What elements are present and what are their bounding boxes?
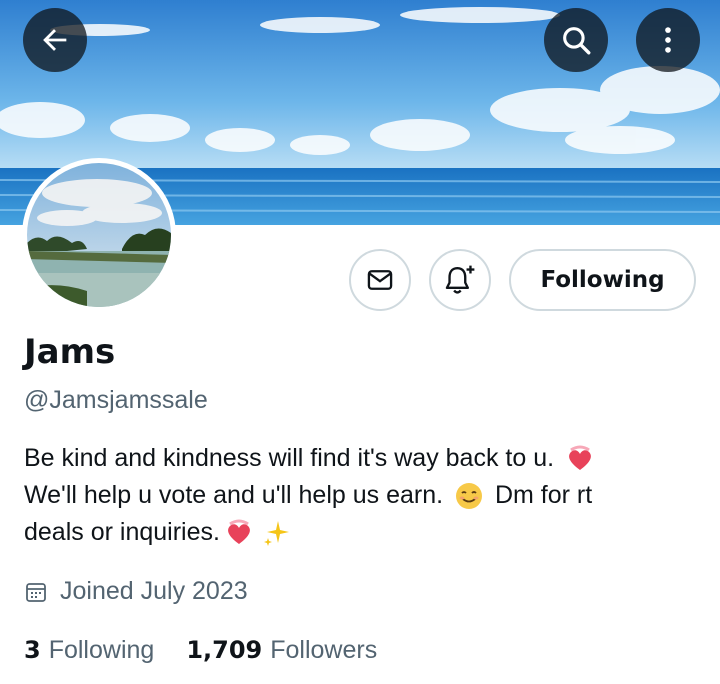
sparkles-emoji-icon: [263, 521, 289, 547]
bio-text-2b: Dm for rt: [494, 481, 593, 509]
joined-date: Joined July 2023: [24, 577, 248, 606]
calendar-icon: [26, 582, 46, 602]
bio-line-1: Be kind and kindness will find it's way …: [24, 440, 684, 477]
user-handle: @Jamsjamssale: [24, 386, 208, 414]
bio-line-2: We'll help u vote and u'll help us earn.…: [24, 477, 684, 514]
envelope-icon: [367, 270, 393, 290]
heart-ribbon-emoji-icon: [569, 445, 591, 471]
followers-label: Followers: [270, 636, 378, 664]
search-icon: [563, 27, 591, 55]
bio-line-3: deals or inquiries.: [24, 514, 684, 551]
avatar[interactable]: [22, 158, 176, 312]
bio-text-3: deals or inquiries.: [24, 518, 220, 546]
more-options-button[interactable]: [636, 8, 700, 72]
bell-plus-icon: [445, 265, 475, 294]
followers-count-link[interactable]: 1,709 Followers: [186, 636, 377, 665]
more-vertical-icon: [665, 27, 671, 53]
joined-text: Joined July 2023: [60, 577, 248, 605]
search-button[interactable]: [544, 8, 608, 72]
following-button[interactable]: Following: [509, 249, 696, 311]
bio-text-2a: We'll help u vote and u'll help us earn.: [24, 481, 444, 509]
bio-text-1: Be kind and kindness will find it's way …: [24, 444, 555, 472]
following-count-link[interactable]: 3 Following: [24, 636, 154, 665]
bio: Be kind and kindness will find it's way …: [24, 440, 684, 551]
back-button[interactable]: [23, 8, 87, 72]
arrow-left-icon: [43, 29, 67, 51]
heart-ribbon-emoji-icon: [228, 519, 250, 545]
message-button[interactable]: [349, 249, 411, 311]
following-count: 3: [24, 636, 41, 664]
follow-stats: 3 Following 1,709 Followers: [24, 636, 409, 665]
notifications-button[interactable]: [429, 249, 491, 311]
followers-count: 1,709: [186, 636, 263, 664]
display-name: Jams: [24, 332, 116, 372]
following-label: Following: [48, 636, 155, 664]
smiling-face-emoji-icon: [456, 483, 483, 510]
